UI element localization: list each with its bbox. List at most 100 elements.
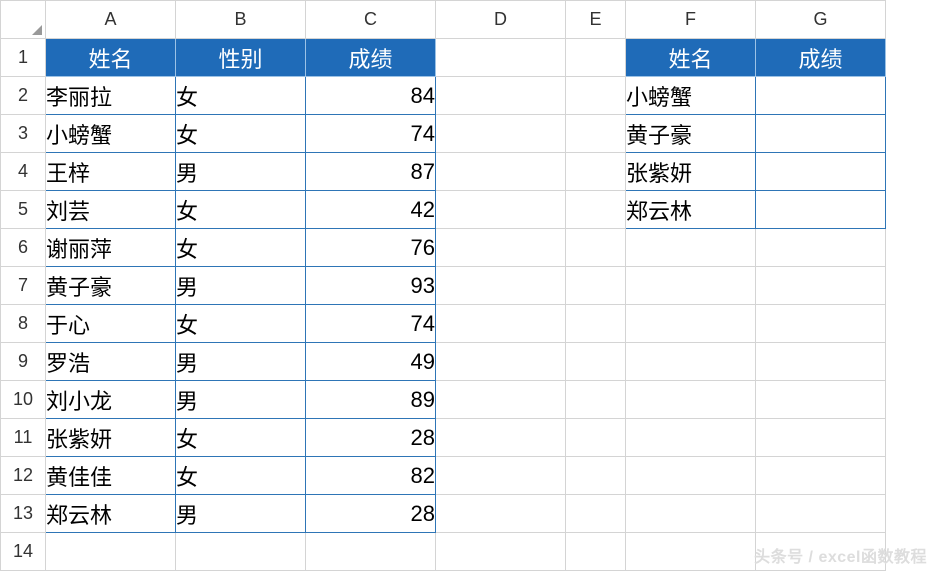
cell[interactable] xyxy=(566,115,626,153)
table2-name[interactable]: 张紫妍 xyxy=(626,153,756,191)
cell[interactable] xyxy=(626,229,756,267)
table1-score[interactable]: 49 xyxy=(306,343,436,381)
col-header-C[interactable]: C xyxy=(306,1,436,39)
cell[interactable] xyxy=(626,267,756,305)
cell[interactable] xyxy=(756,495,886,533)
cell[interactable] xyxy=(756,229,886,267)
table1-score[interactable]: 87 xyxy=(306,153,436,191)
cell[interactable] xyxy=(756,419,886,457)
table1-score[interactable]: 28 xyxy=(306,419,436,457)
cell[interactable] xyxy=(436,39,566,77)
table1-score[interactable]: 42 xyxy=(306,191,436,229)
cell[interactable] xyxy=(436,305,566,343)
cell[interactable] xyxy=(626,457,756,495)
row-header-13[interactable]: 13 xyxy=(1,495,46,533)
table1-name[interactable]: 刘芸 xyxy=(46,191,176,229)
col-header-F[interactable]: F xyxy=(626,1,756,39)
cell[interactable] xyxy=(436,381,566,419)
table1-score[interactable]: 28 xyxy=(306,495,436,533)
table1-gender[interactable]: 男 xyxy=(176,343,306,381)
row-header-10[interactable]: 10 xyxy=(1,381,46,419)
table2-score[interactable] xyxy=(756,153,886,191)
table1-header-name[interactable]: 姓名 xyxy=(46,39,176,77)
table1-name[interactable]: 黄子豪 xyxy=(46,267,176,305)
row-header-7[interactable]: 7 xyxy=(1,267,46,305)
col-header-D[interactable]: D xyxy=(436,1,566,39)
cell[interactable] xyxy=(436,343,566,381)
col-header-B[interactable]: B xyxy=(176,1,306,39)
cell[interactable] xyxy=(566,305,626,343)
table1-score[interactable]: 76 xyxy=(306,229,436,267)
table1-gender[interactable]: 女 xyxy=(176,305,306,343)
cell[interactable] xyxy=(436,457,566,495)
col-header-E[interactable]: E xyxy=(566,1,626,39)
table1-gender[interactable]: 男 xyxy=(176,153,306,191)
table1-gender[interactable]: 女 xyxy=(176,457,306,495)
table1-score[interactable]: 84 xyxy=(306,77,436,115)
table1-header-gender[interactable]: 性别 xyxy=(176,39,306,77)
cell[interactable] xyxy=(566,153,626,191)
cell[interactable] xyxy=(756,343,886,381)
cell[interactable] xyxy=(436,153,566,191)
cell[interactable] xyxy=(46,533,176,571)
table2-score[interactable] xyxy=(756,77,886,115)
table1-name[interactable]: 张紫妍 xyxy=(46,419,176,457)
table1-score[interactable]: 74 xyxy=(306,115,436,153)
row-header-1[interactable]: 1 xyxy=(1,39,46,77)
cell[interactable] xyxy=(176,533,306,571)
table1-name[interactable]: 王梓 xyxy=(46,153,176,191)
cell[interactable] xyxy=(626,381,756,419)
row-header-11[interactable]: 11 xyxy=(1,419,46,457)
row-header-4[interactable]: 4 xyxy=(1,153,46,191)
row-header-14[interactable]: 14 xyxy=(1,533,46,571)
table1-name[interactable]: 刘小龙 xyxy=(46,381,176,419)
table1-gender[interactable]: 女 xyxy=(176,191,306,229)
table1-score[interactable]: 82 xyxy=(306,457,436,495)
row-header-12[interactable]: 12 xyxy=(1,457,46,495)
cell[interactable] xyxy=(756,305,886,343)
row-header-3[interactable]: 3 xyxy=(1,115,46,153)
cell[interactable] xyxy=(566,77,626,115)
cell[interactable] xyxy=(566,495,626,533)
table2-score[interactable] xyxy=(756,191,886,229)
table1-score[interactable]: 89 xyxy=(306,381,436,419)
table1-gender[interactable]: 男 xyxy=(176,381,306,419)
cell[interactable] xyxy=(306,533,436,571)
row-header-8[interactable]: 8 xyxy=(1,305,46,343)
table1-gender[interactable]: 男 xyxy=(176,495,306,533)
cell[interactable] xyxy=(626,343,756,381)
table1-gender[interactable]: 女 xyxy=(176,77,306,115)
cell[interactable] xyxy=(626,419,756,457)
cell[interactable] xyxy=(436,77,566,115)
row-header-2[interactable]: 2 xyxy=(1,77,46,115)
table2-name[interactable]: 郑云林 xyxy=(626,191,756,229)
col-header-G[interactable]: G xyxy=(756,1,886,39)
cell[interactable] xyxy=(756,457,886,495)
row-header-5[interactable]: 5 xyxy=(1,191,46,229)
cell[interactable] xyxy=(566,191,626,229)
table1-score[interactable]: 74 xyxy=(306,305,436,343)
table1-name[interactable]: 罗浩 xyxy=(46,343,176,381)
table1-gender[interactable]: 女 xyxy=(176,229,306,267)
table2-name[interactable]: 小螃蟹 xyxy=(626,77,756,115)
table1-name[interactable]: 黄佳佳 xyxy=(46,457,176,495)
cell[interactable] xyxy=(436,419,566,457)
cell[interactable] xyxy=(566,267,626,305)
cell[interactable] xyxy=(436,191,566,229)
table1-name[interactable]: 小螃蟹 xyxy=(46,115,176,153)
cell[interactable] xyxy=(756,381,886,419)
table1-name[interactable]: 谢丽萍 xyxy=(46,229,176,267)
cell[interactable] xyxy=(436,115,566,153)
cell[interactable] xyxy=(626,305,756,343)
table1-gender[interactable]: 女 xyxy=(176,419,306,457)
table1-name[interactable]: 李丽拉 xyxy=(46,77,176,115)
table1-header-score[interactable]: 成绩 xyxy=(306,39,436,77)
table2-score[interactable] xyxy=(756,115,886,153)
col-header-A[interactable]: A xyxy=(46,1,176,39)
cell[interactable] xyxy=(566,533,626,571)
cell[interactable] xyxy=(436,495,566,533)
cell[interactable] xyxy=(566,39,626,77)
row-header-6[interactable]: 6 xyxy=(1,229,46,267)
cell[interactable] xyxy=(626,533,756,571)
table2-header-score[interactable]: 成绩 xyxy=(756,39,886,77)
